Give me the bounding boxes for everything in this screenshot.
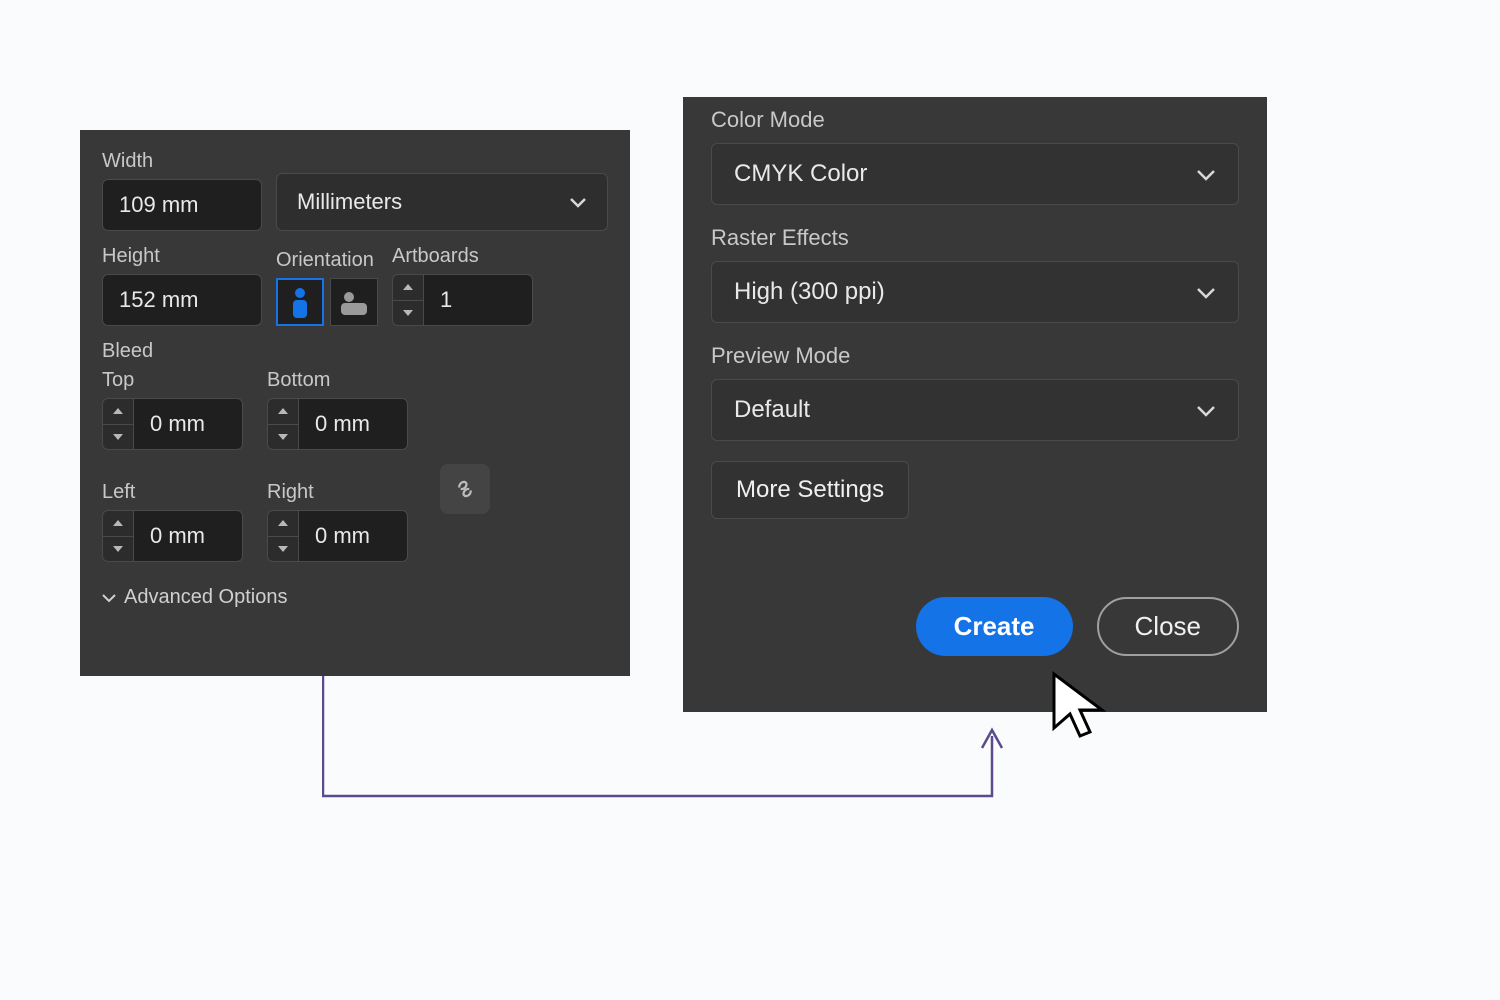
bleed-bottom-label: Bottom <box>267 369 408 392</box>
color-mode-label: Color Mode <box>711 107 1239 133</box>
link-icon <box>452 476 478 502</box>
create-button[interactable]: Create <box>916 597 1073 656</box>
orientation-landscape-button[interactable] <box>330 278 378 326</box>
bleed-top-stepper[interactable]: 0 mm <box>102 398 243 450</box>
orientation-portrait-button[interactable] <box>276 278 324 326</box>
units-value: Millimeters <box>297 189 402 215</box>
bleed-bottom-stepper[interactable]: 0 mm <box>267 398 408 450</box>
artboards-stepper[interactable]: 1 <box>392 274 608 326</box>
document-setup-panel: Width 109 mm Millimeters Height 152 mm O… <box>80 130 630 676</box>
advanced-options-toggle[interactable]: Advanced Options <box>102 576 608 609</box>
chevron-down-icon <box>1196 160 1216 188</box>
width-input[interactable]: 109 mm <box>102 179 262 231</box>
height-input[interactable]: 152 mm <box>102 274 262 326</box>
stepper-down-icon[interactable] <box>393 301 423 326</box>
portrait-icon <box>285 283 315 321</box>
artboards-label: Artboards <box>392 245 608 268</box>
orientation-label: Orientation <box>276 249 378 272</box>
stepper-up-icon[interactable] <box>393 275 423 301</box>
chevron-down-icon <box>1196 396 1216 424</box>
artboards-value[interactable]: 1 <box>423 274 533 326</box>
landscape-icon <box>335 287 373 317</box>
units-dropdown[interactable]: Millimeters <box>276 173 608 231</box>
link-bleed-button[interactable] <box>440 464 490 514</box>
height-label: Height <box>102 245 262 268</box>
bleed-right-stepper[interactable]: 0 mm <box>267 510 408 562</box>
bleed-label: Bleed <box>102 340 608 363</box>
bleed-top-label: Top <box>102 369 243 392</box>
close-button[interactable]: Close <box>1097 597 1239 656</box>
chevron-down-icon <box>102 593 116 603</box>
preview-mode-label: Preview Mode <box>711 343 1239 369</box>
more-settings-button[interactable]: More Settings <box>711 461 909 519</box>
chevron-down-icon <box>569 196 587 208</box>
raster-effects-dropdown[interactable]: High (300 ppi) <box>711 261 1239 323</box>
advanced-options-panel: Color Mode CMYK Color Raster Effects Hig… <box>683 97 1267 712</box>
bleed-left-label: Left <box>102 481 243 504</box>
raster-effects-label: Raster Effects <box>711 225 1239 251</box>
color-mode-dropdown[interactable]: CMYK Color <box>711 143 1239 205</box>
preview-mode-dropdown[interactable]: Default <box>711 379 1239 441</box>
width-label: Width <box>102 150 262 173</box>
bleed-left-stepper[interactable]: 0 mm <box>102 510 243 562</box>
bleed-right-label: Right <box>267 481 408 504</box>
chevron-down-icon <box>1196 278 1216 306</box>
